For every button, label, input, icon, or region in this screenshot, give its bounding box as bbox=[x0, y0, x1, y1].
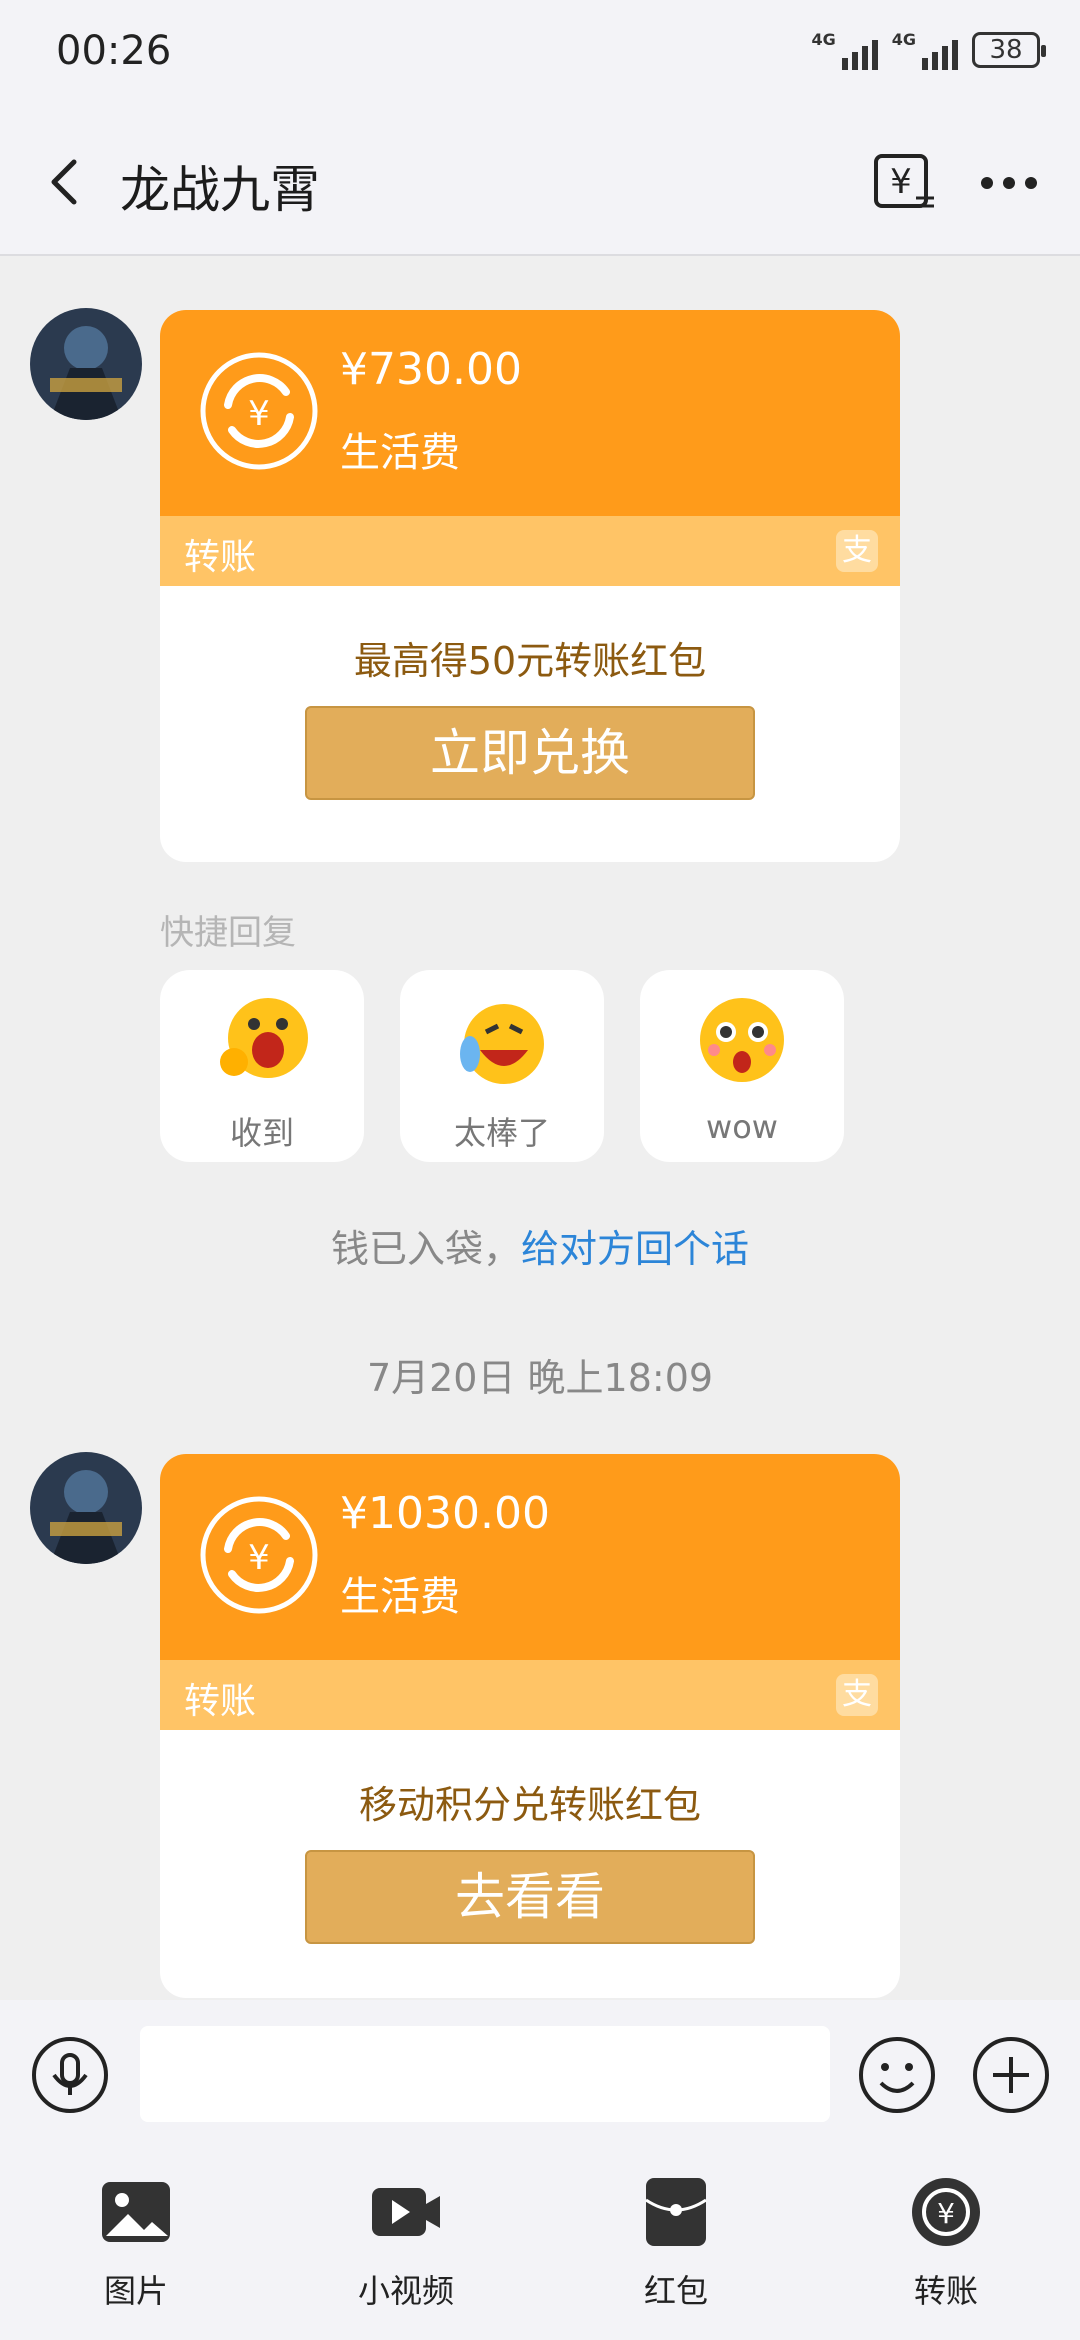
quick-reply-great[interactable]: 太棒了 bbox=[400, 970, 604, 1162]
redeem-button[interactable]: 立即兑换 bbox=[305, 706, 755, 800]
red-packet-button[interactable]: 红包 bbox=[606, 2176, 746, 2312]
red-packet-icon bbox=[645, 2178, 707, 2246]
alipay-icon: 支 bbox=[836, 1674, 878, 1716]
system-message-text: 钱已入袋， bbox=[330, 1227, 521, 1271]
status-icons: 4G 4G 38 bbox=[811, 30, 1046, 70]
transfer-memo: 生活费 bbox=[340, 430, 460, 476]
status-time: 00:26 bbox=[56, 28, 172, 74]
bottom-toolbar: 图片 小视频 红包 ¥ 转账 bbox=[0, 2140, 1080, 2340]
nav-label: 转账 bbox=[913, 2272, 978, 2310]
svg-text:¥: ¥ bbox=[248, 1538, 270, 1578]
battery-icon: 38 bbox=[972, 32, 1046, 68]
transfer-amount: ¥730.00 bbox=[340, 344, 522, 395]
promo-text: 移动积分兑转账红包 bbox=[358, 1783, 701, 1827]
timestamp: 7月20日 晚上18:09 bbox=[366, 1356, 714, 1400]
signal-label: 4G bbox=[811, 30, 836, 49]
quick-reply-text: wow bbox=[706, 1108, 778, 1146]
card-header: ¥ ¥1030.00 生活费 bbox=[160, 1454, 900, 1660]
yuan-exchange-icon: ¥ bbox=[200, 352, 318, 470]
quick-reply-text: 太棒了 bbox=[453, 1114, 550, 1152]
yuan-transfer-icon[interactable]: ¥ bbox=[870, 148, 940, 218]
yuan-exchange-icon: ¥ bbox=[200, 1496, 318, 1614]
svg-text:¥: ¥ bbox=[937, 2197, 955, 2230]
card-body: 最高得50元转账红包 立即兑换 bbox=[160, 586, 900, 862]
transfer-card[interactable]: ¥ ¥730.00 生活费 转账 支 最高得50元转账红包 立即兑换 bbox=[160, 310, 900, 862]
card-header: ¥ ¥730.00 生活费 bbox=[160, 310, 900, 516]
card-body: 移动积分兑转账红包 去看看 bbox=[160, 1730, 900, 1998]
avatar[interactable] bbox=[30, 308, 142, 420]
status-bar: 00:26 4G 4G 38 bbox=[0, 0, 1080, 110]
nav-label: 红包 bbox=[643, 2272, 708, 2310]
message-input[interactable] bbox=[140, 2026, 830, 2122]
chat-title: 龙战九霄 bbox=[120, 161, 320, 219]
alipay-icon: 支 bbox=[836, 530, 878, 572]
transfer-amount: ¥1030.00 bbox=[340, 1488, 550, 1539]
signal-label-2: 4G bbox=[891, 30, 916, 49]
laughing-emoji-icon bbox=[460, 1004, 544, 1084]
transfer-label: 转账 bbox=[184, 537, 257, 578]
back-arrow-icon[interactable] bbox=[36, 152, 96, 212]
plus-icon[interactable] bbox=[971, 2035, 1051, 2115]
transfer-card[interactable]: ¥ ¥1030.00 生活费 转账 支 移动积分兑转账红包 去看看 bbox=[160, 1454, 900, 1998]
ok-face-emoji-icon bbox=[220, 998, 308, 1078]
voice-icon[interactable] bbox=[30, 2035, 110, 2115]
system-message: 钱已入袋，给对方回个话 bbox=[0, 1218, 1080, 1273]
surprised-emoji-icon bbox=[700, 998, 784, 1082]
image-icon bbox=[102, 2182, 170, 2242]
video-button[interactable]: 小视频 bbox=[336, 2176, 476, 2312]
transfer-icon: ¥ bbox=[912, 2178, 980, 2246]
reply-link[interactable]: 给对方回个话 bbox=[521, 1227, 749, 1271]
emoji-icon[interactable] bbox=[857, 2035, 937, 2115]
quick-reply-label: 快捷回复 bbox=[160, 913, 296, 953]
chat-header: 龙战九霄 ¥ bbox=[0, 110, 1080, 256]
view-button[interactable]: 去看看 bbox=[305, 1850, 755, 1944]
nav-label: 小视频 bbox=[357, 2272, 454, 2310]
card-band: 转账 支 bbox=[160, 1660, 900, 1730]
signal-icon: 4G bbox=[811, 30, 878, 70]
transfer-label: 转账 bbox=[184, 1681, 257, 1722]
transfer-button[interactable]: ¥ 转账 bbox=[876, 2176, 1016, 2312]
promo-text: 最高得50元转账红包 bbox=[353, 639, 707, 683]
avatar[interactable] bbox=[30, 1452, 142, 1564]
more-dots-icon[interactable] bbox=[974, 148, 1044, 218]
svg-text:¥: ¥ bbox=[890, 162, 912, 202]
card-band: 转账 支 bbox=[160, 516, 900, 586]
quick-reply-text: 收到 bbox=[229, 1114, 294, 1152]
transfer-memo: 生活费 bbox=[340, 1574, 460, 1620]
svg-text:¥: ¥ bbox=[248, 394, 270, 434]
quick-reply-received[interactable]: 收到 bbox=[160, 970, 364, 1162]
input-bar bbox=[0, 2000, 1080, 2140]
quick-reply-wow[interactable]: wow bbox=[640, 970, 844, 1162]
video-icon bbox=[372, 2188, 440, 2236]
signal-icon-2: 4G bbox=[892, 30, 958, 70]
photo-button[interactable]: 图片 bbox=[66, 2176, 206, 2312]
nav-label: 图片 bbox=[103, 2272, 168, 2310]
